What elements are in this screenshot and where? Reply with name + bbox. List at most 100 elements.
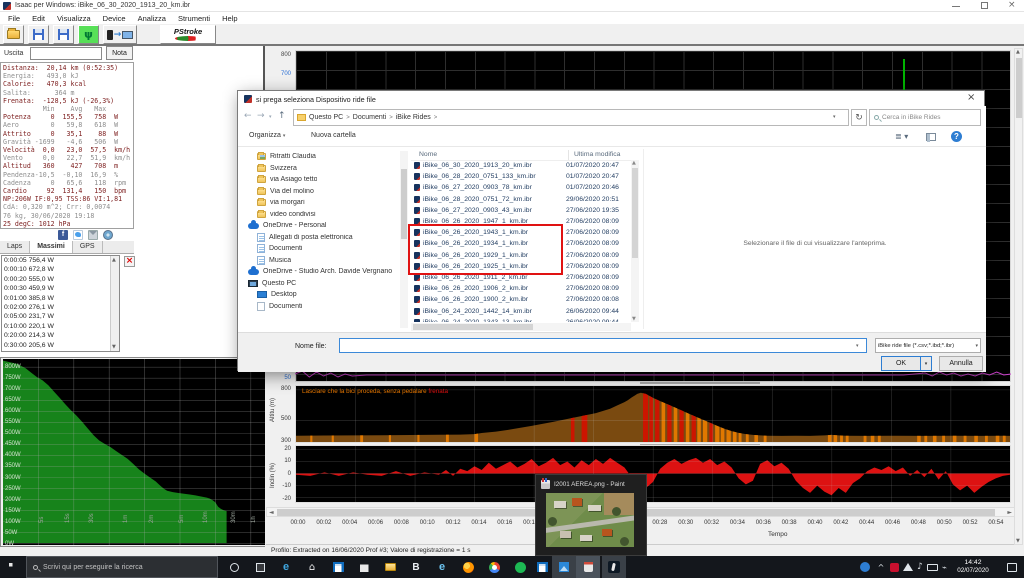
filename-input[interactable] — [339, 338, 867, 353]
tray-volume-icon[interactable]: ♪ — [914, 556, 926, 578]
file-list-scrollbar[interactable]: ▲▼ — [631, 160, 639, 322]
sidebar-folder-item[interactable]: Via del molino — [240, 186, 398, 198]
ok-split-dropdown[interactable]: ▾ — [921, 356, 932, 371]
taskbar-search[interactable]: Scrivi qui per eseguire la ricerca — [26, 556, 218, 578]
delete-lap-button[interactable]: × — [124, 256, 135, 267]
max-power-item[interactable]: 0:00:30 459,9 W — [2, 284, 119, 293]
close-button[interactable]: × — [1008, 0, 1016, 10]
sidebar-scrollbar[interactable] — [400, 151, 408, 328]
download-from-device-button[interactable]: → — [103, 25, 137, 44]
sidebar-folder-item[interactable]: Svizzera — [240, 163, 398, 175]
max-power-item[interactable]: 0:01:00 385,8 W — [2, 294, 119, 303]
menu-item[interactable]: Edit — [27, 14, 50, 23]
sidebar-folder-item[interactable]: OneDrive - Personal — [240, 220, 398, 232]
max-power-item[interactable]: 0:00:20 555,0 W — [2, 275, 119, 284]
twitter-icon[interactable] — [73, 230, 83, 240]
maximize-button[interactable] — [981, 2, 988, 9]
uscita-input[interactable] — [30, 47, 102, 60]
outlook-icon[interactable] — [326, 556, 350, 578]
cortana-icon[interactable] — [222, 556, 246, 578]
incline-chart[interactable] — [295, 445, 1011, 503]
recent-locations-icon[interactable]: ▾ — [269, 114, 272, 120]
sidebar-folder-item[interactable]: OneDrive - Studio Arch. Davide Vergnano — [240, 266, 398, 278]
view-options-icon[interactable]: ≣ ▾ — [895, 132, 908, 141]
scroll-up-icon[interactable]: ▲ — [112, 257, 116, 263]
organizza-menu[interactable]: Organizza ▾ — [249, 132, 285, 139]
sidebar-folder-item[interactable]: Ritratti Claudia — [240, 151, 398, 163]
scroll-up-icon[interactable]: ▲ — [1016, 49, 1020, 55]
save-as-button[interactable] — [53, 25, 74, 44]
tray-keyboard-icon[interactable] — [926, 556, 939, 578]
spotify-icon[interactable] — [508, 556, 532, 578]
file-explorer-icon[interactable] — [378, 556, 402, 578]
sidebar-folder-item[interactable]: Allegati di posta elettronica — [240, 232, 398, 244]
file-row[interactable]: iBike_06_24_2020_1343_13_km.ibr26/06/202… — [411, 317, 627, 322]
outlook-mail-icon[interactable] — [530, 556, 554, 578]
scroll-right-icon[interactable]: ► — [1007, 509, 1012, 516]
scrollbar-thumb[interactable] — [1016, 58, 1022, 118]
preview-pane-icon[interactable] — [926, 133, 936, 141]
file-row[interactable]: iBike_06_27_2020_0903_78_km.ibr01/07/202… — [411, 182, 627, 193]
nuova-cartella-button[interactable]: Nuova cartella — [311, 132, 356, 139]
address-dropdown-icon[interactable]: ▾ — [833, 114, 836, 120]
photos-icon[interactable] — [552, 556, 576, 578]
internet-explorer-icon[interactable]: e — [430, 556, 454, 578]
elevation-chart[interactable]: Lasciare che la bici proceda, senza peda… — [295, 385, 1011, 443]
action-center-icon[interactable] — [1000, 556, 1024, 578]
search-box[interactable]: Cerca in iBike Rides — [869, 109, 981, 126]
menu-item[interactable]: Visualizza — [52, 14, 96, 23]
title-bar[interactable]: Isaac per Windows: iBike_06_30_2020_1913… — [0, 0, 1024, 12]
chart-splitter[interactable] — [640, 382, 760, 384]
file-row[interactable]: iBike_06_30_2020_1913_20_km.ibr01/07/202… — [411, 160, 627, 171]
max-power-item[interactable]: 0:02:00 276,1 W — [2, 303, 119, 312]
file-row[interactable]: iBike_06_26_2020_1906_2_km.ibr27/06/2020… — [411, 283, 627, 294]
nota-button[interactable]: Nota — [106, 46, 133, 60]
menu-item[interactable]: Strumenti — [173, 14, 215, 23]
scroll-down-icon[interactable]: ▼ — [112, 344, 116, 350]
file-type-select[interactable]: iBike ride file (*.csv;*.ibd;*.ibr)▾ — [875, 338, 981, 353]
menu-item[interactable]: Analizza — [133, 14, 171, 23]
scroll-down-icon[interactable]: ▼ — [1016, 538, 1020, 544]
tray-help-icon[interactable] — [856, 556, 874, 578]
sidebar-folder-item[interactable]: Desktop — [240, 289, 398, 301]
tab[interactable]: GPS — [73, 241, 103, 253]
edge-icon[interactable]: e — [274, 556, 298, 578]
column-header-ultima-modifica[interactable]: Ultima modifica — [574, 151, 620, 158]
app-b-icon[interactable]: B — [404, 556, 428, 578]
address-bar[interactable]: Questo PC>Documenti>iBike Rides> — [293, 109, 849, 126]
tab[interactable]: Laps — [0, 241, 30, 253]
refresh-button[interactable]: ↻ — [851, 109, 867, 126]
facebook-icon[interactable]: f — [58, 230, 68, 240]
usb-device-button[interactable]: ψ — [78, 25, 99, 44]
pstroke-button[interactable]: PStroke — [160, 25, 216, 44]
menu-item[interactable]: Help — [217, 14, 242, 23]
start-button[interactable] — [0, 556, 26, 578]
max-power-item[interactable]: 0:05:00 231,7 W — [2, 312, 119, 321]
forward-icon[interactable]: → — [257, 111, 265, 121]
sidebar-folder-item[interactable]: Documenti — [240, 301, 398, 313]
max-power-item[interactable]: 0:00:10 672,8 W — [2, 265, 119, 274]
chrome-icon[interactable] — [482, 556, 506, 578]
file-row[interactable]: iBike_06_28_2020_0751_133_km.ibr01/07/20… — [411, 171, 627, 182]
store-icon[interactable] — [352, 556, 376, 578]
file-row[interactable]: iBike_06_27_2020_0903_43_km.ibr27/06/202… — [411, 205, 627, 216]
sidebar-folder-item[interactable]: via Asiago tetto — [240, 174, 398, 186]
minimize-button[interactable] — [952, 6, 960, 7]
max-power-item[interactable]: 0:00:05 756,4 W — [2, 256, 119, 265]
chart-vertical-scrollbar[interactable]: ▲ ▼ — [1014, 48, 1023, 545]
back-icon[interactable]: ← — [244, 111, 252, 121]
dialog-close-button[interactable]: × — [967, 92, 975, 103]
file-list-hscrollbar[interactable] — [411, 323, 631, 331]
breadcrumb-item[interactable]: iBike Rides — [396, 114, 431, 121]
firefox-icon[interactable] — [456, 556, 480, 578]
email-icon[interactable] — [88, 230, 98, 240]
sidebar-folder-item[interactable]: via morgari — [240, 197, 398, 209]
open-file-button[interactable] — [3, 25, 24, 44]
breadcrumb-item[interactable]: Questo PC — [309, 114, 343, 121]
max-power-item[interactable]: 0:30:00 205,6 W — [2, 341, 119, 350]
menu-item[interactable]: File — [3, 14, 25, 23]
tray-link-icon[interactable]: ⌁ — [939, 556, 950, 578]
tab[interactable]: Massimi — [30, 241, 73, 253]
ok-button[interactable]: OK — [881, 356, 921, 371]
power-duration-chart[interactable]: 800W750W700W650W600W550W500W450W400W350W… — [3, 359, 286, 545]
